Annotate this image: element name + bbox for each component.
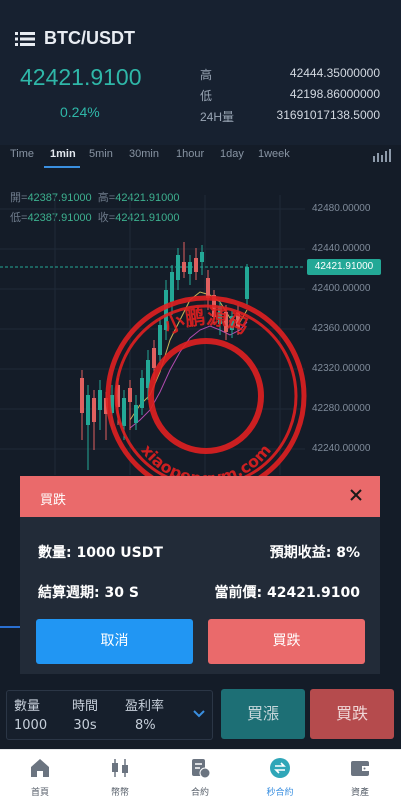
stat-low-value: 42198.86000000 bbox=[289, 87, 380, 101]
tabbar-item-assets[interactable]: 資產 bbox=[320, 750, 400, 799]
tabbar-label: 資產 bbox=[350, 788, 369, 798]
y-tick: 42480.00000 bbox=[312, 203, 371, 214]
tabbar-item-contract[interactable]: 合約 bbox=[160, 750, 240, 799]
rate-value: 8% bbox=[135, 718, 156, 733]
bottom-tab-bar: 首頁 幣幣 合約 秒合約 資產 bbox=[0, 749, 401, 799]
modal-settlement: 結算週期: 30 S bbox=[38, 585, 139, 601]
tab-1hour[interactable]: 1hour bbox=[176, 148, 204, 160]
tab-1min[interactable]: 1min bbox=[50, 148, 76, 160]
tab-1week[interactable]: 1week bbox=[258, 148, 290, 160]
wallet-icon bbox=[351, 761, 369, 776]
confirm-buy-fall-button[interactable]: 買跌 bbox=[208, 619, 365, 664]
buy-rise-button[interactable]: 買漲 bbox=[221, 689, 305, 739]
modal-current-price: 當前價: 42421.9100 bbox=[214, 585, 360, 601]
market-header: BTC/USDT 42421.9100 0.24% 高 42444.350000… bbox=[0, 0, 401, 145]
chevron-down-icon[interactable] bbox=[193, 710, 205, 718]
order-settings-selector[interactable]: 數量 1000 時間 30s 盈利率 8% bbox=[6, 690, 213, 740]
tabbar-label: 合約 bbox=[190, 788, 209, 798]
home-icon bbox=[31, 759, 49, 777]
modal-header: 買跌 bbox=[20, 476, 380, 517]
quantity-column: 數量 1000 bbox=[14, 697, 47, 735]
tabbar-label: 秒合約 bbox=[266, 788, 294, 798]
tabbar-item-spot[interactable]: 幣幣 bbox=[80, 750, 160, 799]
y-tick: 42360.00000 bbox=[312, 323, 371, 334]
y-tick: 42280.00000 bbox=[312, 403, 371, 414]
buy-fall-button[interactable]: 買跌 bbox=[310, 689, 394, 739]
tab-30min[interactable]: 30min bbox=[129, 148, 159, 160]
close-icon[interactable] bbox=[349, 488, 363, 502]
stat-volume-value: 31691017138.5000 bbox=[276, 108, 380, 122]
time-column: 時間 30s bbox=[72, 697, 98, 735]
symbol-title[interactable]: BTC/USDT bbox=[44, 28, 135, 49]
tab-1day[interactable]: 1day bbox=[220, 148, 244, 160]
y-tick: 42400.00000 bbox=[312, 283, 371, 294]
cancel-button[interactable]: 取消 bbox=[36, 619, 193, 664]
candlestick-icon bbox=[112, 759, 128, 777]
menu-icon[interactable] bbox=[15, 31, 35, 47]
tab-time[interactable]: Time bbox=[10, 148, 34, 160]
confirm-order-modal: 買跌 數量: 1000 USDT 預期收益: 8% 結算週期: 30 S 當前價… bbox=[20, 476, 380, 674]
rate-label: 盈利率 bbox=[125, 699, 165, 714]
tabbar-label: 首頁 bbox=[30, 788, 49, 798]
watermark-stamp: 小鹏源码 xiaopengym.com bbox=[105, 295, 307, 497]
tab-5min[interactable]: 5min bbox=[89, 148, 113, 160]
stat-high-value: 42444.35000000 bbox=[289, 66, 380, 80]
modal-title: 買跌 bbox=[40, 492, 67, 507]
exchange-icon bbox=[270, 758, 290, 778]
progress-line bbox=[0, 626, 20, 628]
y-tick: 42240.00000 bbox=[312, 443, 371, 454]
modal-quantity: 數量: 1000 USDT bbox=[38, 545, 163, 561]
stat-high-label: 高 bbox=[200, 68, 213, 82]
quantity-value: 1000 bbox=[14, 718, 48, 733]
last-price: 42421.9100 bbox=[20, 64, 142, 90]
contract-icon bbox=[192, 759, 211, 779]
rate-column: 盈利率 8% bbox=[125, 697, 164, 735]
current-price-tag: 42421.91000 bbox=[307, 259, 381, 275]
y-tick: 42320.00000 bbox=[312, 363, 371, 374]
change-percent: 0.24% bbox=[60, 104, 100, 120]
svg-text:小鹏源码: 小鹏源码 bbox=[160, 304, 252, 338]
tabbar-label: 幣幣 bbox=[110, 788, 129, 798]
time-label: 時間 bbox=[72, 699, 99, 714]
y-tick: 42440.00000 bbox=[312, 243, 371, 254]
modal-expected-return: 預期收益: 8% bbox=[269, 545, 360, 561]
tabbar-item-second-contract[interactable]: 秒合約 bbox=[240, 750, 320, 799]
time-value: 30s bbox=[73, 718, 97, 733]
stat-low-label: 低 bbox=[200, 89, 213, 103]
chart-type-icon[interactable] bbox=[372, 148, 392, 162]
stat-volume-label: 24H量 bbox=[200, 110, 235, 124]
active-tab-indicator bbox=[44, 166, 80, 168]
quantity-label: 數量 bbox=[14, 699, 41, 714]
tabbar-item-home[interactable]: 首頁 bbox=[0, 750, 80, 799]
timeframe-tabs: Time 1min 5min 30min 1hour 1day 1week bbox=[0, 145, 401, 175]
